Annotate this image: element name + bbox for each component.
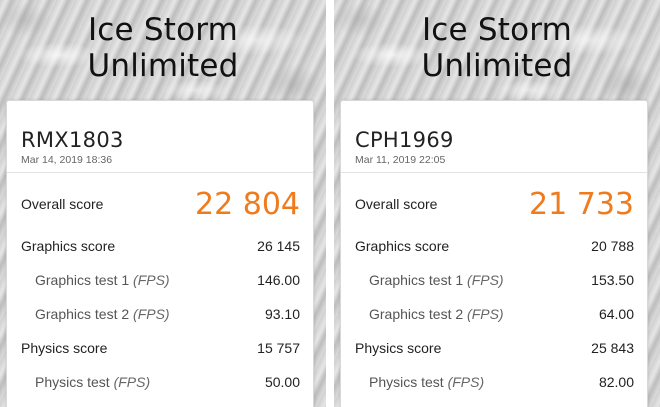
physics-score-row: Physics score 25 843 (355, 336, 634, 360)
graphics-test-2-label: Graphics test 2 (369, 306, 464, 322)
panel-divider (326, 0, 334, 407)
fps-unit: (FPS) (447, 374, 485, 390)
graphics-test-2-value: 93.10 (264, 306, 300, 322)
benchmark-title-line1: Ice Storm (421, 12, 573, 48)
graphics-score-value: 20 788 (591, 238, 634, 254)
overall-score-row: Overall score 21 733 (355, 186, 634, 222)
overall-score-row: Overall score 22 804 (21, 186, 300, 222)
physics-score-label: Physics score (21, 340, 108, 356)
benchmark-title-line2: Unlimited (421, 48, 573, 84)
physics-score-row: Physics score 15 757 (21, 336, 300, 360)
graphics-test-2-row: Graphics test 2 (FPS) 93.10 (35, 302, 300, 326)
graphics-test-1-row: Graphics test 1 (FPS) 146.00 (35, 268, 300, 292)
graphics-test-1-label: Graphics test 1 (369, 272, 464, 288)
graphics-test-2-label: Graphics test 2 (35, 306, 130, 322)
graphics-score-label: Graphics score (21, 238, 116, 254)
graphics-test-1-row: Graphics test 1 (FPS) 153.50 (369, 268, 634, 292)
graphics-score-row: Graphics score 20 788 (355, 234, 634, 258)
graphics-test-1-value: 146.00 (257, 272, 300, 288)
physics-test-row: Physics test (FPS) 82.00 (369, 370, 634, 394)
physics-test-value: 82.00 (598, 374, 634, 390)
device-name: RMX1803 (21, 128, 124, 152)
benchmark-panel-right: Ice Storm Unlimited CPH1969 Mar 11, 2019… (334, 0, 660, 407)
overall-score-value: 22 804 (195, 186, 300, 222)
result-card: CPH1969 Mar 11, 2019 22:05 Overall score… (340, 100, 648, 407)
graphics-test-2-value: 64.00 (598, 306, 634, 322)
physics-test-label: Physics test (369, 374, 444, 390)
graphics-score-value: 26 145 (257, 238, 300, 254)
fps-unit: (FPS) (133, 272, 170, 288)
graphics-test-1-value: 153.50 (591, 272, 634, 288)
graphics-test-2-row: Graphics test 2 (FPS) 64.00 (369, 302, 634, 326)
overall-score-label: Overall score (355, 196, 438, 212)
physics-test-label: Physics test (35, 374, 110, 390)
benchmark-title-line2: Unlimited (87, 48, 239, 84)
physics-test-value: 50.00 (264, 374, 300, 390)
benchmark-title: Ice Storm Unlimited (334, 12, 660, 84)
fps-unit: (FPS) (133, 306, 170, 322)
test-date: Mar 11, 2019 22:05 (355, 154, 446, 166)
overall-score-value: 21 733 (529, 186, 634, 222)
divider (7, 172, 313, 173)
physics-score-label: Physics score (355, 340, 442, 356)
physics-test-row: Physics test (FPS) 50.00 (35, 370, 300, 394)
overall-score-label: Overall score (21, 196, 104, 212)
graphics-test-1-label: Graphics test 1 (35, 272, 130, 288)
physics-score-value: 15 757 (257, 340, 300, 356)
benchmark-title-line1: Ice Storm (87, 12, 239, 48)
benchmark-title: Ice Storm Unlimited (0, 12, 326, 84)
physics-score-value: 25 843 (591, 340, 634, 356)
graphics-score-row: Graphics score 26 145 (21, 234, 300, 258)
divider (341, 172, 647, 173)
benchmark-panel-left: Ice Storm Unlimited RMX1803 Mar 14, 2019… (0, 0, 326, 407)
fps-unit: (FPS) (467, 272, 504, 288)
fps-unit: (FPS) (113, 374, 151, 390)
graphics-score-label: Graphics score (355, 238, 450, 254)
test-date: Mar 14, 2019 18:36 (21, 154, 113, 166)
result-card: RMX1803 Mar 14, 2019 18:36 Overall score… (6, 100, 314, 407)
fps-unit: (FPS) (467, 306, 504, 322)
device-name: CPH1969 (355, 128, 454, 152)
